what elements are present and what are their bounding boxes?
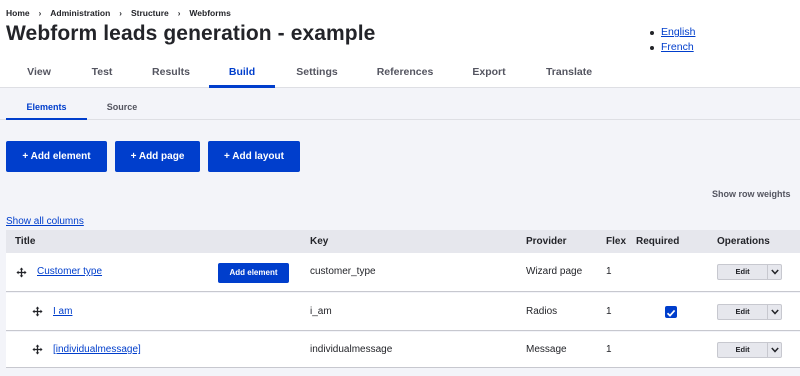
row-flex: 1 <box>606 266 612 277</box>
checkmark-icon <box>666 309 676 317</box>
edit-button[interactable]: Edit <box>718 305 767 319</box>
breadcrumb-separator: › <box>38 8 42 18</box>
column-header-required: Required <box>636 236 680 247</box>
table-row: [individualmessage] individualmessage Me… <box>6 332 800 368</box>
row-provider: Radios <box>526 306 558 317</box>
edit-dropbutton: Edit <box>717 304 782 320</box>
page-title: Webform leads generation - example <box>6 22 376 45</box>
breadcrumb-item-home[interactable]: Home <box>6 8 30 18</box>
add-layout-button[interactable]: + Add layout <box>208 141 300 172</box>
edit-button[interactable]: Edit <box>718 343 767 357</box>
row-title: I am <box>53 306 72 317</box>
chevron-down-icon[interactable] <box>767 305 781 319</box>
language-item-french: French <box>650 40 695 55</box>
chevron-down-icon[interactable] <box>767 265 781 279</box>
drag-handle-icon[interactable] <box>32 344 43 355</box>
bullet-icon <box>650 30 654 35</box>
column-header-operations: Operations <box>717 236 770 247</box>
bullet-icon <box>650 45 654 50</box>
secondary-tabs: Elements Source <box>0 88 800 120</box>
column-header-flex: Flex <box>606 236 627 247</box>
row-title: [individualmessage] <box>53 344 141 355</box>
row-provider: Message <box>526 344 567 355</box>
subtab-source[interactable]: Source <box>96 88 148 120</box>
required-checkbox[interactable] <box>665 306 677 318</box>
subtab-elements[interactable]: Elements <box>6 88 87 120</box>
table-header: Title Key Provider Flex Required Operati… <box>6 230 800 253</box>
breadcrumb: Home › Administration › Structure › Webf… <box>6 8 231 18</box>
tab-view[interactable]: View <box>18 58 60 88</box>
element-link-individualmessage[interactable]: [individualmessage] <box>53 344 141 355</box>
element-link-customer-type[interactable]: Customer type <box>37 266 102 277</box>
element-link-i-am[interactable]: I am <box>53 306 72 317</box>
breadcrumb-item-administration[interactable]: Administration <box>50 8 110 18</box>
table-row: Customer type Add element customer_type … <box>6 253 800 292</box>
language-switcher: English French <box>650 25 695 55</box>
table-row: I am i_am Radios 1 Edit <box>6 293 800 331</box>
breadcrumb-item-structure[interactable]: Structure <box>131 8 169 18</box>
tab-translate[interactable]: Translate <box>540 58 598 88</box>
language-link-english[interactable]: English <box>661 25 695 40</box>
breadcrumb-separator: › <box>119 8 122 18</box>
row-add-element-button[interactable]: Add element <box>218 263 289 283</box>
edit-dropbutton: Edit <box>717 342 782 358</box>
tab-settings[interactable]: Settings <box>290 58 344 88</box>
tab-results[interactable]: Results <box>146 58 196 88</box>
edit-dropbutton: Edit <box>717 264 782 280</box>
tab-export[interactable]: Export <box>466 58 512 88</box>
add-page-button[interactable]: + Add page <box>115 141 200 172</box>
column-header-title: Title <box>15 236 36 247</box>
breadcrumb-item-webforms[interactable]: Webforms <box>189 8 230 18</box>
row-title: Customer type <box>37 266 102 277</box>
column-header-key: Key <box>310 236 329 247</box>
drag-handle-icon[interactable] <box>16 267 27 278</box>
show-all-columns-link[interactable]: Show all columns <box>6 216 84 227</box>
row-key: i_am <box>310 306 332 317</box>
row-key: individualmessage <box>310 344 393 355</box>
content-area: Elements Source + Add element + Add page… <box>0 88 800 376</box>
tab-test[interactable]: Test <box>82 58 122 88</box>
drag-handle-icon[interactable] <box>32 306 43 317</box>
row-flex: 1 <box>606 306 612 317</box>
tab-references[interactable]: References <box>372 58 438 88</box>
language-item-english: English <box>650 25 695 40</box>
tab-build[interactable]: Build <box>209 58 275 88</box>
chevron-down-icon[interactable] <box>767 343 781 357</box>
show-row-weights-toggle[interactable]: Show row weights <box>712 189 791 199</box>
breadcrumb-separator: › <box>177 8 181 18</box>
primary-tabs: View Test Results Build Settings Referen… <box>0 58 800 88</box>
edit-button[interactable]: Edit <box>718 265 767 279</box>
add-element-button[interactable]: + Add element <box>6 141 107 172</box>
row-flex: 1 <box>606 344 612 355</box>
row-key: customer_type <box>310 266 376 277</box>
column-header-provider: Provider <box>526 236 567 247</box>
row-provider: Wizard page <box>526 266 583 277</box>
language-link-french[interactable]: French <box>661 40 694 55</box>
